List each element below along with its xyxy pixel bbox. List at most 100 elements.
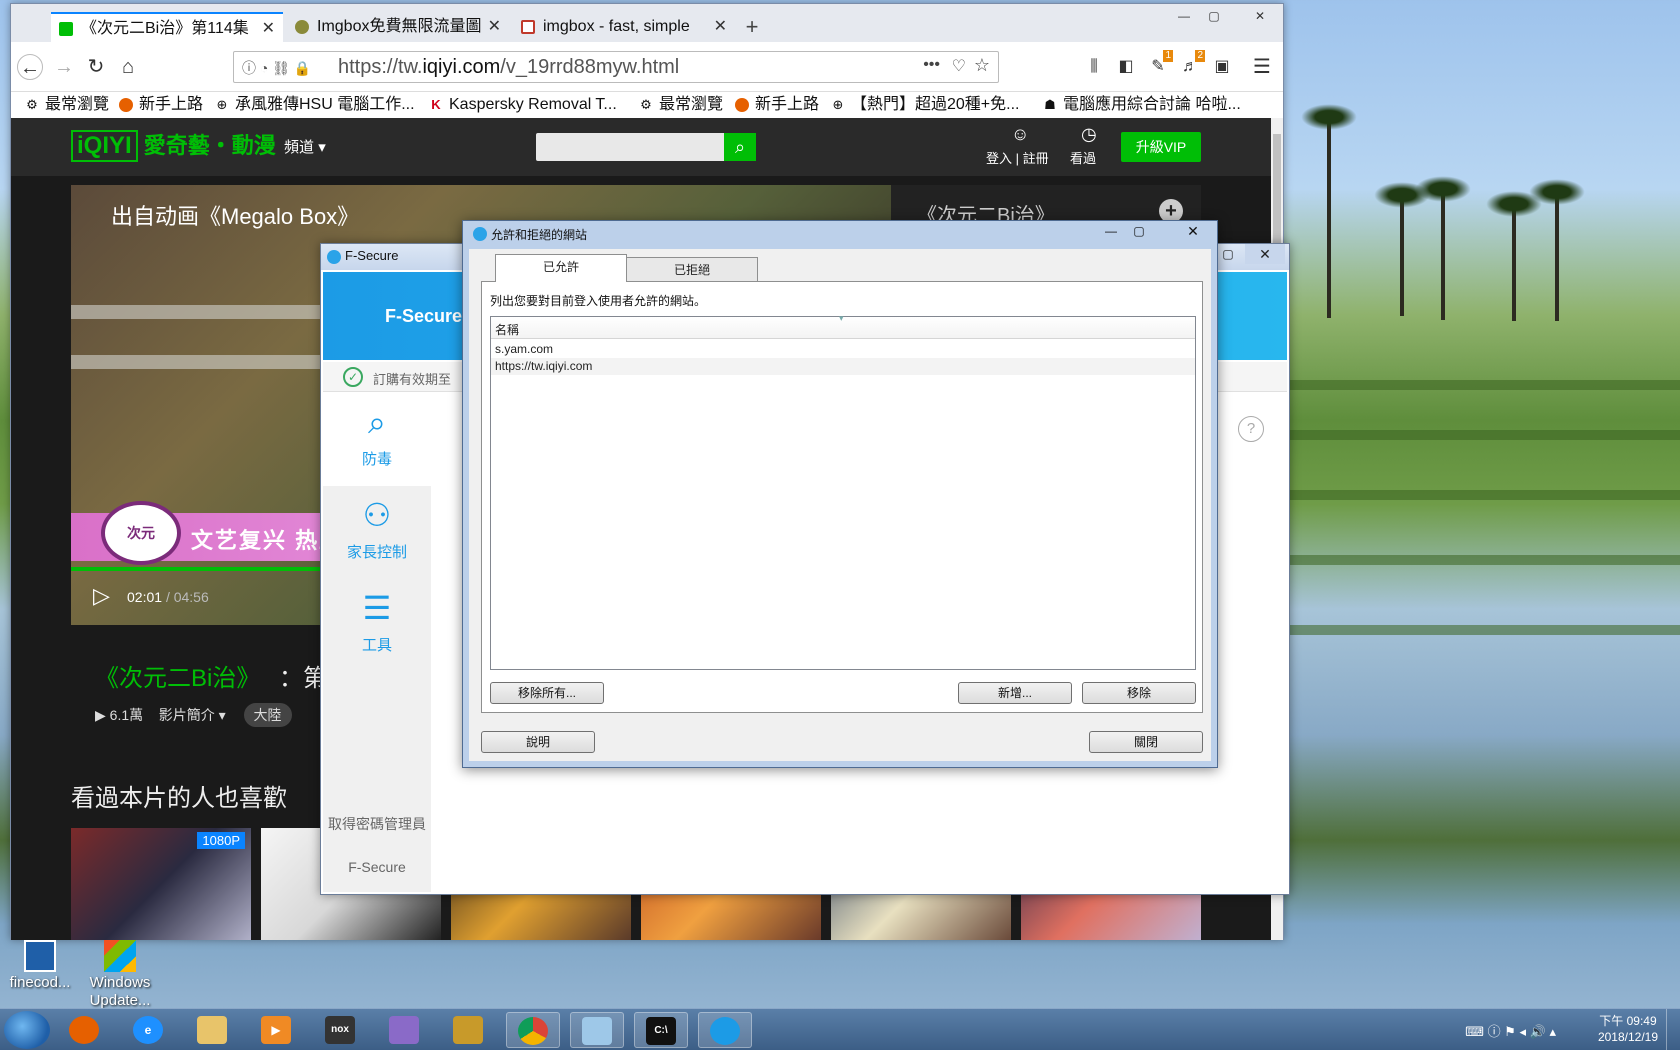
list-item[interactable]: s.yam.com: [491, 341, 1195, 358]
taskbar-chrome[interactable]: [506, 1012, 560, 1048]
virus-scan-icon: ⌕: [368, 404, 386, 440]
sidebar-item-antivirus[interactable]: ⌕ 防毒: [323, 394, 431, 486]
taskbar-fsecure[interactable]: [698, 1012, 752, 1048]
library-icon[interactable]: ⫼: [1081, 54, 1107, 80]
play-icon[interactable]: ▷: [93, 583, 110, 609]
page-actions-icon[interactable]: •••: [923, 56, 940, 74]
remove-button[interactable]: 移除: [1082, 682, 1196, 704]
pocket-icon[interactable]: ♡: [952, 56, 966, 76]
show-desktop-button[interactable]: [1666, 1009, 1680, 1050]
folder-icon: [197, 1016, 227, 1044]
iqiyi-logo[interactable]: iQIYI 愛奇藝・動漫: [71, 128, 276, 162]
taskbar-explorer[interactable]: [186, 1012, 240, 1048]
taskbar-app[interactable]: [378, 1012, 432, 1048]
taskbar-media[interactable]: ▶: [250, 1012, 304, 1048]
bookmark-item[interactable]: ⊕ 【熱門】超過20種+免...: [831, 94, 1020, 116]
tab-denied[interactable]: 已拒絕: [626, 257, 758, 281]
scrollbar-thumb[interactable]: [1273, 134, 1281, 254]
minimize-icon[interactable]: —: [1171, 6, 1197, 26]
taskbar-cmd[interactable]: C:\: [634, 1012, 688, 1048]
search-icon[interactable]: ⌕: [724, 133, 756, 161]
upgrade-vip-button[interactable]: 升級VIP: [1121, 132, 1201, 162]
close-window-icon[interactable]: ✕: [1247, 6, 1273, 26]
desktop-icon-finecod[interactable]: finecod...: [0, 940, 80, 992]
play-count-icon: ▶: [95, 707, 106, 723]
list-item[interactable]: https://tw.iqiyi.com: [491, 358, 1195, 375]
region-tag[interactable]: 大陸: [243, 703, 292, 727]
clock-icon[interactable]: ◷: [1081, 124, 1097, 145]
maximize-icon[interactable]: ▢: [1201, 6, 1227, 26]
taskbar-game[interactable]: [442, 1012, 496, 1048]
home-button[interactable]: ⌂: [115, 54, 141, 80]
bookmark-item[interactable]: 新手上路: [735, 94, 819, 116]
bookmark-item[interactable]: ☗ 電腦應用綜合討論 哈啦...: [1043, 94, 1241, 116]
close-tab-icon[interactable]: ✕: [488, 12, 501, 42]
password-manager-link[interactable]: 取得密碼管理員: [323, 816, 431, 832]
sidebar-icon[interactable]: ◧: [1113, 54, 1139, 80]
column-header-name[interactable]: 名稱 ▾: [491, 313, 1195, 339]
sliders-icon: ☰: [362, 590, 392, 626]
site-info-icon[interactable]: ⓘ ◔ ⛓ 🔒: [242, 58, 311, 78]
bookmark-star-icon[interactable]: ☆: [974, 55, 990, 76]
fsecure-brand: F-Secure: [385, 306, 463, 326]
taskbar-firefox[interactable]: [58, 1012, 112, 1048]
close-window-icon[interactable]: ✕: [1173, 221, 1213, 241]
menu-icon[interactable]: ☰: [1249, 54, 1275, 80]
episode-meta: ▶ 6.1萬 影片簡介 ▾ 大陸: [95, 703, 292, 727]
recommend-thumbnail[interactable]: 1080P: [71, 828, 251, 940]
tab-imgbox[interactable]: imgbox - fast, simple ✕: [513, 12, 735, 42]
sidebar-item-tools[interactable]: ☰ 工具: [323, 580, 431, 672]
desktop-icon-windows-update[interactable]: Windows Update...: [80, 940, 160, 1010]
sidebar-item-parental[interactable]: ⚇ 家長控制: [323, 487, 431, 579]
close-button[interactable]: 關閉: [1089, 731, 1203, 753]
notifications-icon[interactable]: ♬ 2: [1177, 50, 1205, 80]
help-icon[interactable]: ?: [1238, 416, 1264, 442]
tab-bar: 《次元二Bi治》第114集 ✕ Imgbox免費無限流量圖 ✕ imgbox -…: [11, 4, 1283, 42]
new-tab-button[interactable]: +: [737, 12, 767, 42]
user-icon[interactable]: ☺: [1011, 124, 1029, 145]
maximize-icon[interactable]: ▢: [1125, 221, 1153, 241]
close-tab-icon[interactable]: ✕: [714, 12, 727, 42]
family-icon: ⚇: [362, 497, 392, 533]
reload-button[interactable]: ↻: [83, 54, 109, 80]
extension-icon[interactable]: ✎ 1: [1145, 50, 1173, 80]
fsecure-window-title: F-Secure: [345, 248, 399, 263]
chevron-down-icon: ▾: [318, 139, 326, 156]
help-button[interactable]: 說明: [481, 731, 595, 753]
subscription-text: 訂購有效期至: [373, 372, 452, 387]
bookmark-item[interactable]: 新手上路: [119, 94, 203, 116]
channel-menu[interactable]: 頻道 ▾: [284, 136, 326, 157]
taskbar-ie[interactable]: e: [122, 1012, 176, 1048]
bookmark-item[interactable]: K Kaspersky Removal T...: [429, 94, 616, 116]
close-tab-icon[interactable]: ✕: [262, 14, 275, 42]
sites-list[interactable]: 名稱 ▾ s.yam.com https://tw.iqiyi.com: [490, 313, 1196, 670]
start-button[interactable]: [4, 1011, 50, 1049]
allowed-panel: 列出您要對目前登入使用者允許的網站。 名稱 ▾ s.yam.com https:…: [481, 281, 1203, 713]
remove-all-button[interactable]: 移除所有...: [490, 682, 604, 704]
container-icon[interactable]: ▣: [1209, 54, 1235, 80]
bookmark-item[interactable]: ⊕ 承風雅傳HSU 電腦工作...: [215, 94, 415, 116]
tray-icons[interactable]: ⌨ ⓘ ⚑ ◂ 🔊 ▴: [1465, 1021, 1556, 1040]
tab-iqiyi[interactable]: 《次元二Bi治》第114集 ✕: [51, 12, 283, 42]
address-bar[interactable]: ⓘ ◔ ⛓ 🔒 https://tw.iqiyi.com/v_19rrd88my…: [233, 51, 999, 83]
close-window-icon[interactable]: ✕: [1245, 244, 1285, 264]
maximize-icon[interactable]: ▢: [1215, 244, 1241, 264]
taskbar-notes[interactable]: [570, 1012, 624, 1048]
forward-button[interactable]: →: [51, 54, 77, 80]
search-input[interactable]: [536, 133, 724, 161]
login-register-link[interactable]: 登入 | 註冊: [986, 148, 1049, 167]
tab-imgbox-zh[interactable]: Imgbox免費無限流量圖 ✕: [287, 12, 509, 42]
intro-toggle[interactable]: 影片簡介 ▾: [159, 707, 226, 723]
tab-allowed[interactable]: 已允許: [495, 254, 627, 282]
minimize-icon[interactable]: —: [1097, 221, 1125, 241]
bookmark-item[interactable]: ⚙ 最常瀏覽: [25, 94, 109, 116]
ie-icon: e: [133, 1016, 163, 1044]
taskbar-clock[interactable]: 下午 09:49 2018/12/19: [1598, 1013, 1658, 1045]
history-link[interactable]: 看過: [1070, 148, 1096, 167]
add-button[interactable]: 新增...: [958, 682, 1072, 704]
tab-label: 《次元二Bi治》第114集: [81, 20, 249, 37]
firefox-icon: [735, 98, 749, 112]
back-button[interactable]: ←: [17, 54, 43, 80]
bookmark-item[interactable]: ⚙ 最常瀏覽: [639, 94, 723, 116]
taskbar-nox[interactable]: nox: [314, 1012, 368, 1048]
